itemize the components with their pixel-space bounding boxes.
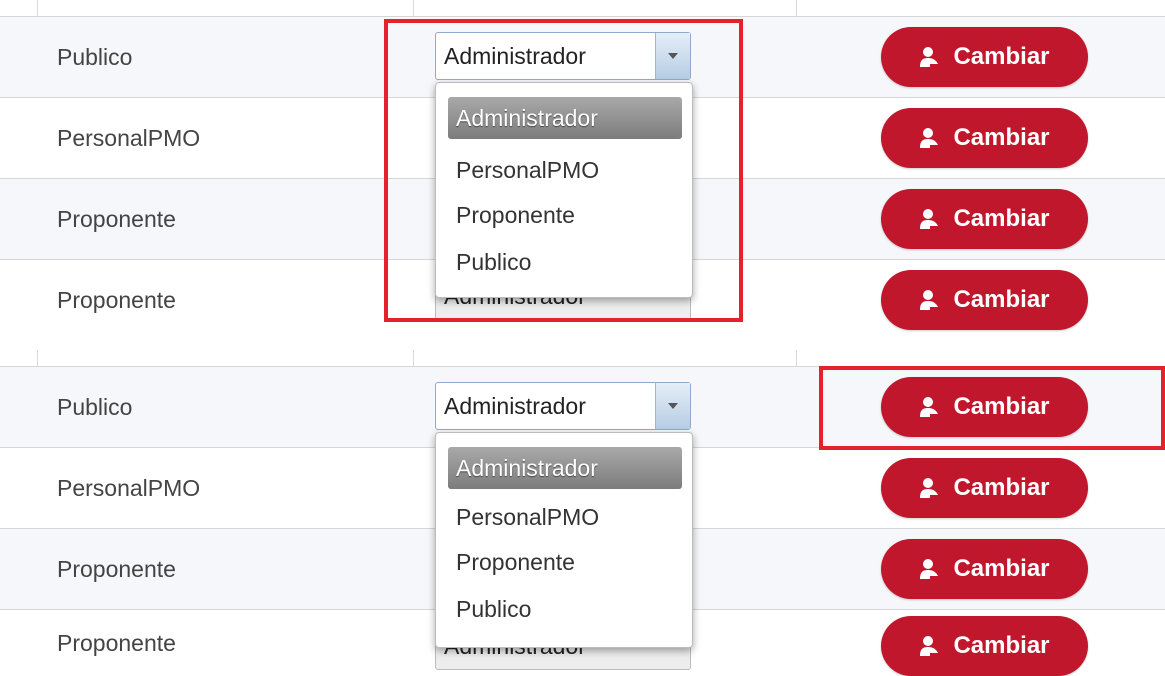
user-icon: [919, 635, 939, 657]
role-dropdown-menu[interactable]: Administrador PersonalPMO Proponente Pub…: [435, 82, 693, 298]
role-cell: PersonalPMO: [57, 475, 201, 501]
cambiar-button-label: Cambiar: [953, 286, 1050, 313]
cambiar-button-label: Cambiar: [953, 632, 1050, 659]
dropdown-option[interactable]: Publico: [448, 241, 682, 283]
dropdown-option[interactable]: Administrador: [448, 447, 682, 489]
cambiar-button-label: Cambiar: [953, 474, 1050, 501]
role-cell: Publico: [57, 44, 133, 70]
cambiar-button[interactable]: Cambiar: [881, 458, 1088, 518]
user-icon: [919, 208, 939, 230]
cambiar-button-label: Cambiar: [953, 205, 1050, 232]
user-roles-table-bottom: Publico Cambiar Administrador PersonalPM…: [0, 350, 1165, 676]
cambiar-button-label: Cambiar: [953, 43, 1050, 70]
role-dropdown-menu[interactable]: Administrador PersonalPMO Proponente Pub…: [435, 432, 693, 648]
dropdown-option[interactable]: PersonalPMO: [448, 149, 682, 191]
role-cell: PersonalPMO: [57, 125, 201, 151]
cambiar-button[interactable]: Cambiar: [881, 616, 1088, 676]
user-icon: [919, 558, 939, 580]
user-roles-table-top: Publico Cambiar Administrador PersonalPM…: [0, 0, 1165, 340]
dropdown-option[interactable]: Administrador: [448, 97, 682, 139]
user-icon: [919, 477, 939, 499]
user-icon: [919, 289, 939, 311]
cambiar-button[interactable]: Cambiar: [881, 108, 1088, 168]
role-select-value: Administrador: [444, 393, 586, 419]
dropdown-option[interactable]: Proponente: [448, 541, 682, 583]
cambiar-button[interactable]: Cambiar: [881, 539, 1088, 599]
caret-down-icon: [655, 33, 690, 79]
cambiar-button-label: Cambiar: [953, 393, 1050, 420]
role-cell: Proponente: [57, 556, 176, 582]
cambiar-button[interactable]: Cambiar: [881, 270, 1088, 330]
role-cell: Publico: [57, 394, 133, 420]
role-select[interactable]: Administrador: [435, 382, 691, 430]
dropdown-option[interactable]: Proponente: [448, 194, 682, 236]
cambiar-button[interactable]: Cambiar: [881, 377, 1088, 437]
caret-down-icon: [655, 383, 690, 429]
dropdown-option[interactable]: Publico: [448, 588, 682, 630]
role-select[interactable]: Administrador: [435, 32, 691, 80]
cambiar-button[interactable]: Cambiar: [881, 189, 1088, 249]
role-cell: Proponente: [57, 287, 176, 313]
user-icon: [919, 46, 939, 68]
dropdown-option[interactable]: PersonalPMO: [448, 496, 682, 538]
cambiar-button-label: Cambiar: [953, 124, 1050, 151]
cambiar-button-label: Cambiar: [953, 555, 1050, 582]
role-cell: Proponente: [57, 630, 176, 656]
role-cell: Proponente: [57, 206, 176, 232]
user-icon: [919, 127, 939, 149]
role-select-value: Administrador: [444, 43, 586, 69]
cambiar-button[interactable]: Cambiar: [881, 27, 1088, 87]
user-icon: [919, 396, 939, 418]
